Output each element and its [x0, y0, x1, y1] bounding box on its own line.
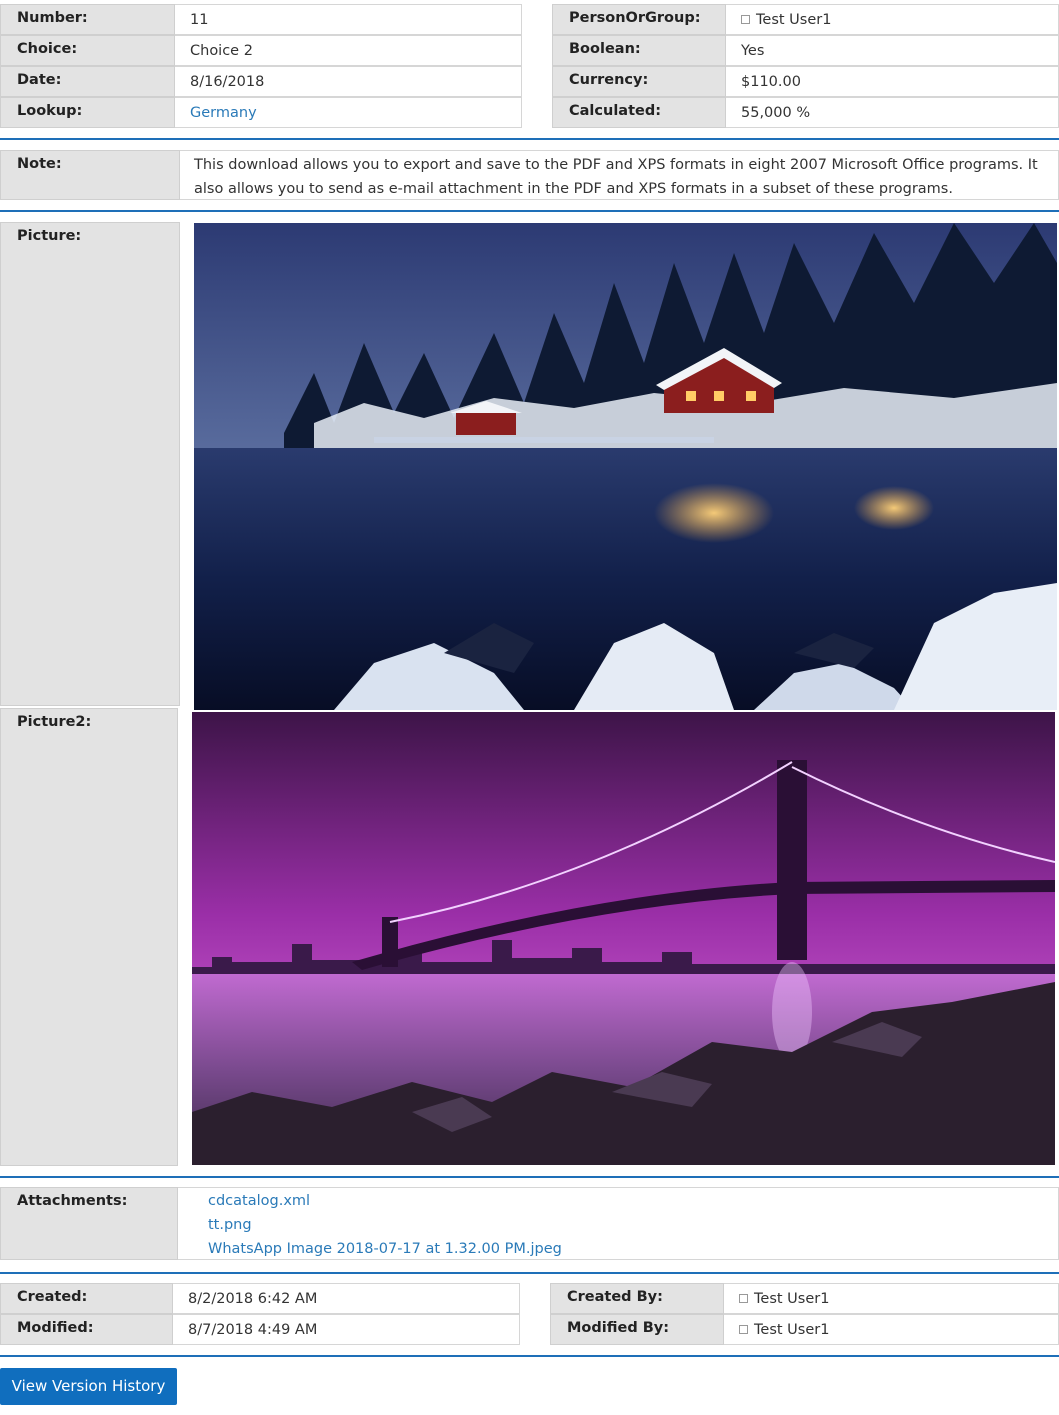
field-label-number: Number:: [0, 4, 175, 35]
field-value-person-or-group: Test User1: [726, 4, 1059, 35]
winter-lake-picture: [194, 223, 1057, 710]
field-label-attachments: Attachments:: [0, 1187, 178, 1260]
field-value-choice: Choice 2: [175, 35, 522, 66]
section-divider: [0, 210, 1059, 212]
attachment-link[interactable]: WhatsApp Image 2018-07-17 at 1.32.00 PM.…: [208, 1237, 1058, 1261]
view-version-history-button[interactable]: View Version History: [0, 1368, 177, 1405]
attachment-link[interactable]: cdcatalog.xml: [208, 1189, 1058, 1213]
field-label-note: Note:: [0, 150, 180, 200]
person-link[interactable]: Test User1: [756, 12, 831, 28]
field-label-date: Date:: [0, 66, 175, 97]
modified-by-user-link[interactable]: Test User1: [754, 1322, 829, 1338]
field-value-boolean: Yes: [726, 35, 1059, 66]
presence-icon: [741, 15, 750, 24]
field-label-currency: Currency:: [552, 66, 726, 97]
picture-image: [194, 223, 1057, 710]
field-value-modified: 8/7/2018 4:49 AM: [173, 1314, 520, 1345]
field-label-person-or-group: PersonOrGroup:: [552, 4, 726, 35]
field-label-lookup: Lookup:: [0, 97, 175, 128]
field-label-boolean: Boolean:: [552, 35, 726, 66]
field-value-calculated: 55,000 %: [726, 97, 1059, 128]
field-value-currency: $110.00: [726, 66, 1059, 97]
field-value-note: This download allows you to export and s…: [180, 150, 1059, 200]
section-divider: [0, 1176, 1059, 1178]
attachment-link[interactable]: tt.png: [208, 1213, 1058, 1237]
bridge-picture: [192, 712, 1055, 1165]
field-label-calculated: Calculated:: [552, 97, 726, 128]
field-label-modified: Modified:: [0, 1314, 173, 1345]
field-label-created-by: Created By:: [550, 1283, 724, 1314]
created-by-user-link[interactable]: Test User1: [754, 1291, 829, 1307]
section-divider: [0, 1355, 1059, 1357]
field-value-created-by: Test User1: [724, 1283, 1059, 1314]
field-label-picture2: Picture2:: [0, 708, 178, 1166]
field-label-choice: Choice:: [0, 35, 175, 66]
lookup-link[interactable]: Germany: [190, 105, 257, 121]
section-divider: [0, 1272, 1059, 1274]
section-divider: [0, 138, 1059, 140]
presence-icon: [739, 1325, 748, 1334]
field-value-number: 11: [175, 4, 522, 35]
picture2-image: [192, 712, 1055, 1165]
field-value-date: 8/16/2018: [175, 66, 522, 97]
field-value-modified-by: Test User1: [724, 1314, 1059, 1345]
field-label-picture: Picture:: [0, 222, 180, 706]
field-label-modified-by: Modified By:: [550, 1314, 724, 1345]
field-value-created: 8/2/2018 6:42 AM: [173, 1283, 520, 1314]
field-label-created: Created:: [0, 1283, 173, 1314]
attachments-list: cdcatalog.xml tt.png WhatsApp Image 2018…: [178, 1187, 1059, 1260]
field-value-lookup: Germany: [175, 97, 522, 128]
presence-icon: [739, 1294, 748, 1303]
